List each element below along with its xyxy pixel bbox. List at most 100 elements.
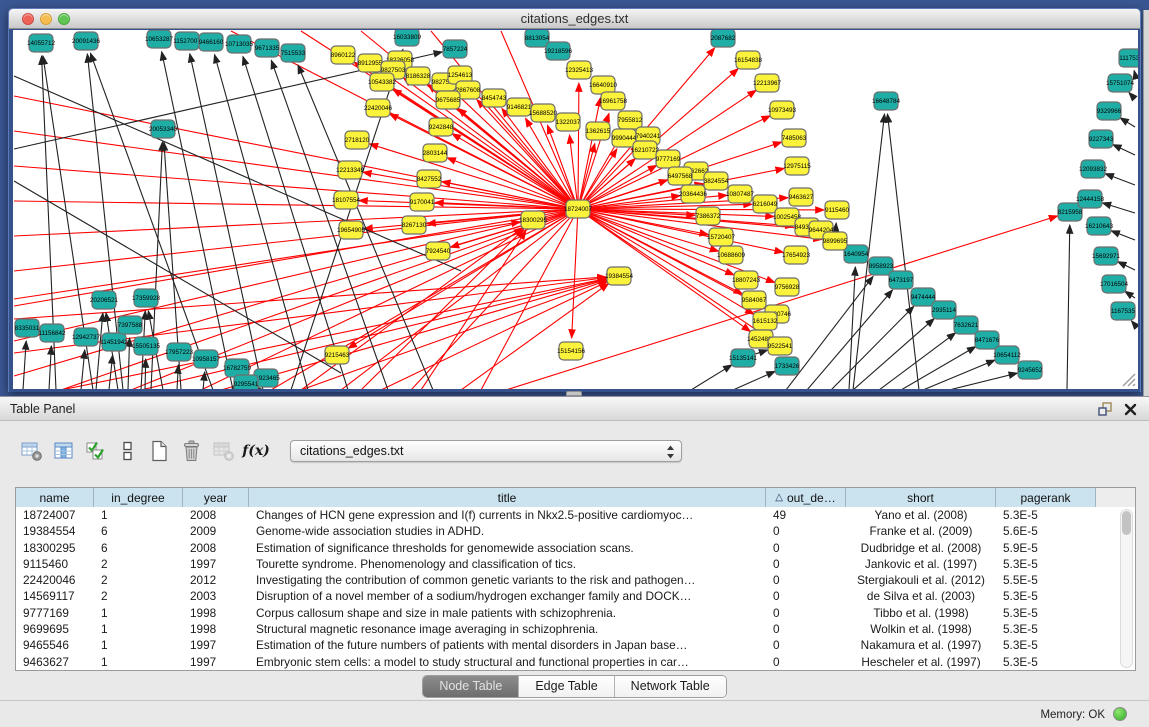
table-scrollbar-thumb[interactable] bbox=[1122, 511, 1131, 535]
graph-node[interactable]: 10958157 bbox=[192, 350, 221, 368]
graph-node[interactable]: 11156842 bbox=[38, 324, 66, 342]
graph-node[interactable]: 7857224 bbox=[443, 40, 468, 58]
graph-edge[interactable] bbox=[887, 114, 919, 389]
table-cell[interactable]: 0 bbox=[766, 637, 846, 653]
graph-node[interactable]: 16154838 bbox=[734, 51, 763, 69]
table-cell[interactable]: 5.5E-5 bbox=[996, 572, 1096, 588]
table-cell[interactable]: Corpus callosum shape and size in male p… bbox=[249, 605, 766, 621]
graph-edge[interactable] bbox=[141, 279, 606, 389]
table-row[interactable]: 969969511998Structural magnetic resonanc… bbox=[16, 621, 1135, 637]
graph-node[interactable]: 1733426 bbox=[775, 357, 800, 375]
graph-node[interactable]: 9756928 bbox=[775, 278, 800, 296]
graph-edge[interactable] bbox=[177, 365, 178, 389]
tab-edge-table[interactable]: Edge Table bbox=[519, 676, 614, 697]
table-cell[interactable]: Investigating the contribution of common… bbox=[249, 572, 766, 588]
graph-node[interactable]: 15154156 bbox=[557, 342, 586, 360]
graph-node[interactable]: 10688609 bbox=[717, 246, 746, 264]
delete-rows-icon[interactable] bbox=[180, 438, 204, 464]
table-cell[interactable]: 1997 bbox=[183, 556, 249, 572]
graph-edge[interactable] bbox=[221, 280, 607, 389]
tab-node-table[interactable]: Node Table bbox=[423, 676, 519, 697]
graph-node[interactable]: 11527007 bbox=[173, 32, 201, 50]
table-row[interactable]: 977716911998Corpus callosum shape and si… bbox=[16, 605, 1135, 621]
graph-node[interactable]: 19654905 bbox=[337, 221, 366, 239]
table-select-dropdown[interactable]: citations_edges.txt bbox=[290, 440, 682, 462]
graph-edge[interactable] bbox=[1134, 71, 1135, 74]
column-header-pagerank[interactable]: pagerank bbox=[996, 488, 1096, 507]
table-cell[interactable]: 5.3E-5 bbox=[996, 556, 1096, 572]
graph-node[interactable]: 7485063 bbox=[782, 129, 807, 147]
table-cell[interactable]: 1997 bbox=[183, 637, 249, 653]
table-cell[interactable]: Yano et al. (2008) bbox=[846, 507, 996, 523]
canvas-resize-grip-icon[interactable] bbox=[1122, 373, 1136, 387]
new-table-icon[interactable] bbox=[148, 438, 172, 464]
close-panel-icon[interactable] bbox=[1124, 403, 1137, 416]
table-row[interactable]: 1938455462009Genome-wide association stu… bbox=[16, 523, 1135, 539]
graph-node[interactable]: 9899695 bbox=[823, 232, 848, 250]
table-cell[interactable]: 6 bbox=[94, 540, 183, 556]
graph-node[interactable]: 8912955 bbox=[358, 54, 383, 72]
graph-edge[interactable] bbox=[14, 76, 461, 271]
graph-edge[interactable] bbox=[1067, 225, 1070, 389]
graph-edge[interactable] bbox=[461, 284, 608, 389]
graph-edge[interactable] bbox=[691, 365, 732, 389]
graph-node[interactable]: 9584067 bbox=[742, 291, 767, 309]
graph-node[interactable]: 1640954 bbox=[844, 245, 869, 263]
table-cell[interactable]: 5.6E-5 bbox=[996, 523, 1096, 539]
network-window[interactable]: citations_edges.txt 18724007140557122009… bbox=[8, 8, 1141, 392]
graph-node[interactable]: 9522541 bbox=[768, 337, 793, 355]
graph-node[interactable]: 2803144 bbox=[423, 144, 448, 162]
graph-edge[interactable] bbox=[348, 209, 578, 348]
table-cell[interactable]: 9777169 bbox=[16, 605, 94, 621]
graph-node[interactable]: 10654112 bbox=[993, 346, 1021, 364]
table-cell[interactable]: 0 bbox=[766, 540, 846, 556]
table-cell[interactable]: 2008 bbox=[183, 507, 249, 523]
graph-node[interactable]: 9242848 bbox=[429, 118, 454, 136]
graph-edge[interactable] bbox=[1113, 145, 1135, 155]
table-cell[interactable]: de Silva et al. (2003) bbox=[846, 588, 996, 604]
table-cell[interactable]: 9463627 bbox=[16, 654, 94, 670]
graph-node[interactable]: 9671335 bbox=[255, 39, 280, 57]
graph-edge[interactable] bbox=[381, 282, 607, 389]
graph-edge[interactable] bbox=[1105, 174, 1135, 185]
network-window-titlebar[interactable]: citations_edges.txt bbox=[9, 9, 1140, 29]
graph-node[interactable]: 15505135 bbox=[132, 337, 161, 355]
graph-node[interactable]: 8960122 bbox=[331, 46, 356, 64]
graph-node[interactable]: 15135141 bbox=[729, 349, 758, 367]
graph-edge[interactable] bbox=[23, 341, 26, 389]
graph-edge[interactable] bbox=[14, 209, 578, 236]
graph-edge[interactable] bbox=[1120, 118, 1135, 127]
graph-node[interactable]: 18107554 bbox=[332, 191, 361, 209]
graph-node[interactable]: 18724007 bbox=[564, 200, 593, 218]
graph-node[interactable]: 3824554 bbox=[704, 172, 729, 190]
graph-node[interactable]: 1117530 bbox=[1119, 49, 1138, 67]
graph-node[interactable]: 7632621 bbox=[954, 316, 979, 334]
graph-node[interactable]: 9170041 bbox=[410, 193, 435, 211]
graph-node[interactable]: 9215463 bbox=[325, 346, 350, 364]
table-cell[interactable]: Estimation of the future numbers of pati… bbox=[249, 637, 766, 653]
graph-node[interactable]: 9295541 bbox=[234, 375, 259, 389]
graph-edge[interactable] bbox=[14, 209, 578, 271]
graph-node[interactable]: 12325413 bbox=[565, 61, 594, 79]
graph-node[interactable]: 10543382 bbox=[368, 73, 397, 91]
table-row[interactable]: 946362711997Embryonic stem cells: a mode… bbox=[16, 654, 1135, 670]
graph-edge[interactable] bbox=[14, 131, 578, 209]
table-cell[interactable]: 2012 bbox=[183, 572, 249, 588]
graph-node[interactable]: 22420046 bbox=[364, 99, 393, 117]
table-cell[interactable]: 2009 bbox=[183, 523, 249, 539]
graph-node[interactable]: 9466160 bbox=[199, 33, 224, 51]
table-cell[interactable]: 1 bbox=[94, 621, 183, 637]
graph-node[interactable]: 7924540 bbox=[426, 242, 451, 260]
table-cell[interactable]: 2003 bbox=[183, 588, 249, 604]
graph-node[interactable]: 18807243 bbox=[732, 271, 761, 289]
memory-ok-indicator[interactable] bbox=[1113, 707, 1127, 721]
graph-node[interactable]: 7515533 bbox=[281, 44, 306, 62]
graph-edge[interactable] bbox=[849, 267, 855, 389]
graph-node[interactable]: 10653287 bbox=[145, 30, 174, 48]
graph-node[interactable]: 1322037 bbox=[556, 113, 581, 131]
float-panel-icon[interactable] bbox=[1098, 402, 1112, 416]
column-header-name[interactable]: name bbox=[16, 488, 94, 507]
table-cell[interactable]: 9115460 bbox=[16, 556, 94, 572]
table-row[interactable]: 1872400712008Changes of HCN gene express… bbox=[16, 507, 1135, 523]
graph-node[interactable]: 12444158 bbox=[1076, 190, 1105, 208]
